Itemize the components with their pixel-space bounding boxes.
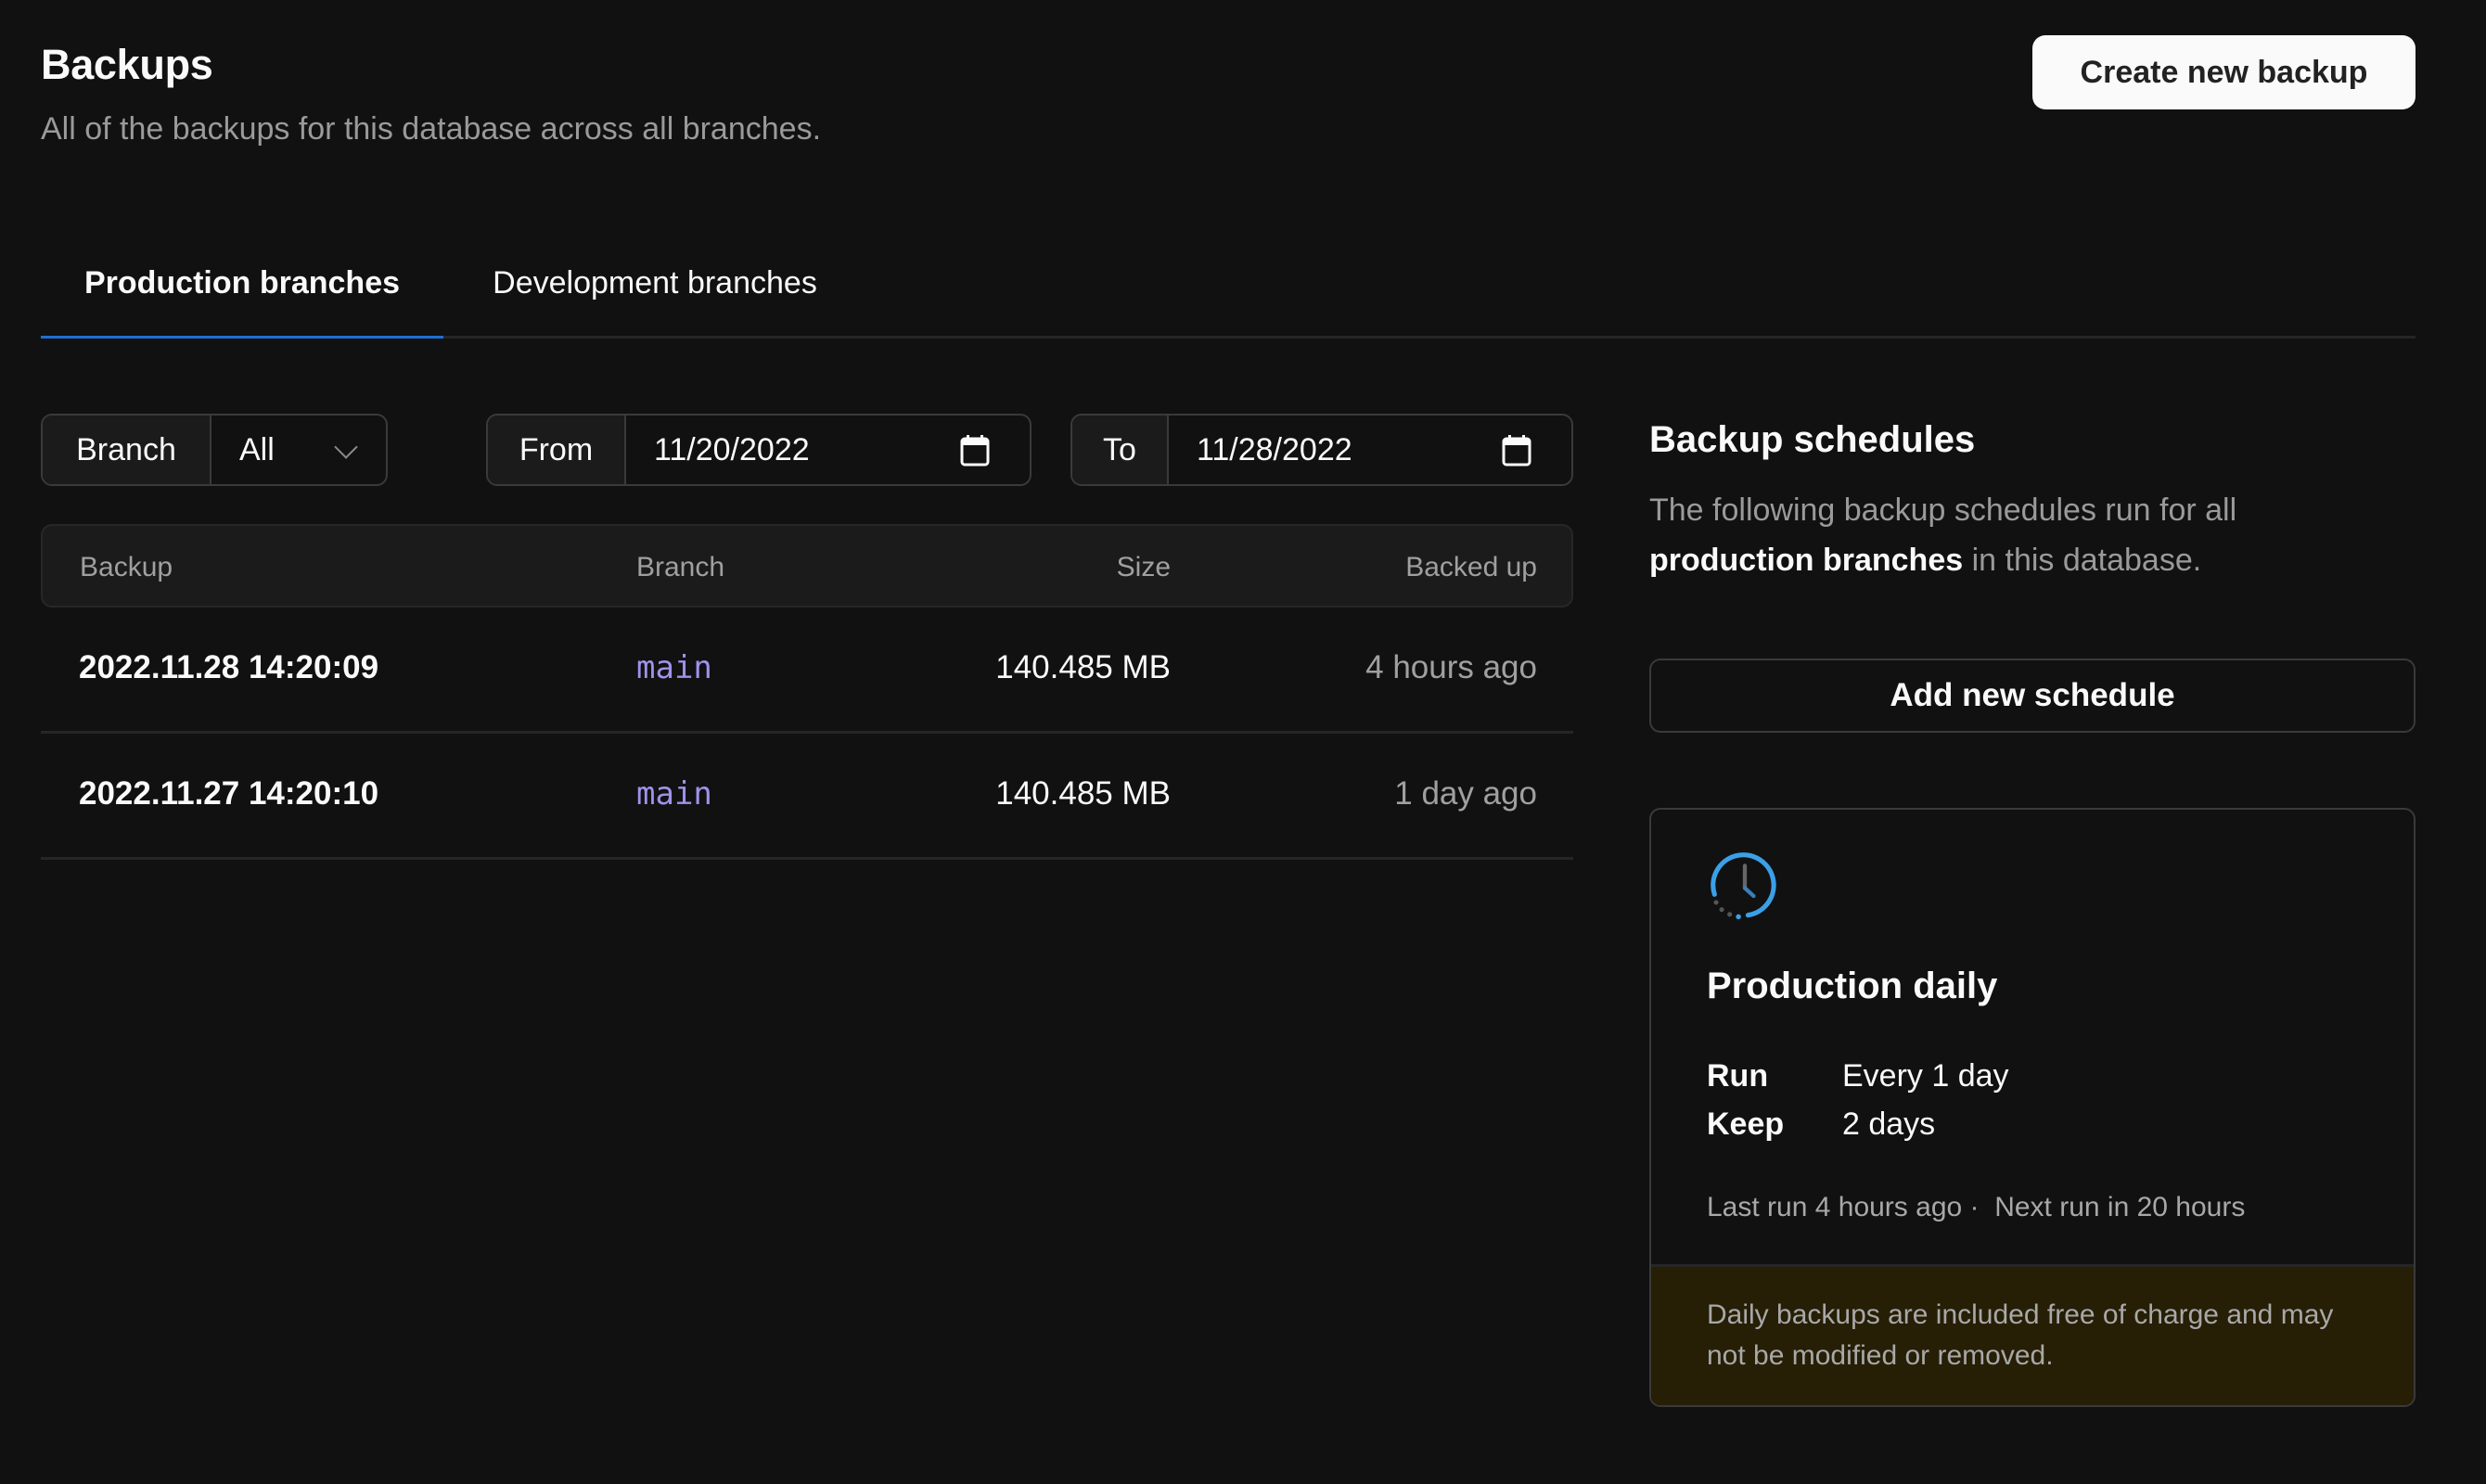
footer-note-text: Daily backups are included free of charg… <box>1707 1299 2334 1371</box>
chevron-down-icon <box>334 435 358 459</box>
add-new-schedule-button[interactable]: Add new schedule <box>1649 659 2416 733</box>
backup-branch[interactable]: main <box>636 775 712 812</box>
clock-icon <box>1711 852 1776 920</box>
tab-production-branches[interactable]: Production branches <box>41 260 443 339</box>
schedule-card[interactable]: Production daily Run Every 1 day Keep 2 … <box>1649 808 2416 1407</box>
meta-separator: · <box>1969 1192 1980 1222</box>
tab-label: Production branches <box>83 265 401 301</box>
column-header-branch: Branch <box>636 552 725 582</box>
from-date-input[interactable]: 11/20/2022 <box>626 416 1030 484</box>
row-divider <box>41 731 1573 734</box>
active-tab-indicator <box>41 336 443 339</box>
tab-development-branches[interactable]: Development branches <box>460 260 850 339</box>
to-date-value: 11/28/2022 <box>1197 431 1352 467</box>
from-date-label: From <box>488 416 626 484</box>
schedule-title: Production daily <box>1707 966 1998 1006</box>
to-date-input[interactable]: 11/28/2022 <box>1169 416 1571 484</box>
backup-timestamp[interactable]: 2022.11.27 14:20:10 <box>79 775 378 812</box>
run-label: Run <box>1707 1058 1769 1094</box>
page-subtitle: All of the backups for this database acr… <box>41 111 822 147</box>
backup-size: 140.485 MB <box>995 775 1171 812</box>
branch-select[interactable]: All <box>211 416 386 484</box>
description-text: in this database. <box>1963 543 2202 578</box>
tab-label: Development branches <box>493 265 817 301</box>
backup-schedules-heading: Backup schedules <box>1649 419 1976 460</box>
row-divider <box>41 857 1573 860</box>
column-header-size: Size <box>1116 552 1171 582</box>
last-run: Last run 4 hours ago <box>1707 1192 1963 1222</box>
description-emphasis: production branches <box>1649 543 1964 578</box>
from-date-filter[interactable]: From 11/20/2022 <box>486 414 1032 486</box>
schedule-footer-note: Daily backups are included free of charg… <box>1651 1264 2414 1405</box>
column-header-backup: Backup <box>80 552 173 582</box>
run-value: Every 1 day <box>1842 1058 2009 1094</box>
column-header-backed-up: Backed up <box>1405 552 1537 582</box>
backup-branch[interactable]: main <box>636 649 712 686</box>
to-date-filter[interactable]: To 11/28/2022 <box>1070 414 1573 486</box>
backup-schedules-description: The following backup schedules run for a… <box>1649 485 2391 585</box>
next-run: Next run in 20 hours <box>1994 1192 2246 1222</box>
backup-size: 140.485 MB <box>995 649 1171 685</box>
schedule-run-info: Last run 4 hours ago · Next run in 20 ho… <box>1707 1192 2245 1223</box>
keep-label: Keep <box>1707 1107 1785 1142</box>
backup-timestamp[interactable]: 2022.11.28 14:20:09 <box>79 649 378 686</box>
to-date-label: To <box>1072 416 1169 484</box>
branch-filter[interactable]: Branch All <box>41 414 388 486</box>
keep-value: 2 days <box>1842 1107 1936 1142</box>
calendar-icon[interactable] <box>959 434 991 467</box>
branch-filter-label: Branch <box>43 416 211 484</box>
branch-select-value: All <box>239 431 275 467</box>
page-title: Backups <box>41 41 213 88</box>
from-date-value: 11/20/2022 <box>654 431 810 467</box>
description-text: The following backup schedules run for a… <box>1649 493 2237 528</box>
backup-age: 1 day ago <box>1394 775 1537 812</box>
calendar-icon[interactable] <box>1501 434 1532 467</box>
create-new-backup-button[interactable]: Create new backup <box>2032 35 2416 109</box>
backup-age: 4 hours ago <box>1365 649 1537 685</box>
